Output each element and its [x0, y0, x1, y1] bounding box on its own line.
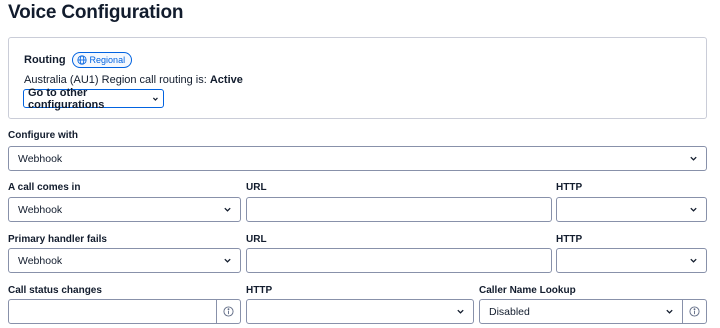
routing-header: Routing Regional [24, 52, 133, 68]
primary-fails-select[interactable]: Webhook [8, 248, 241, 273]
info-icon [223, 306, 234, 317]
caller-name-lookup-label: Caller Name Lookup [479, 285, 576, 296]
chevron-down-icon [153, 97, 159, 101]
status-changes-http-select[interactable] [246, 299, 474, 324]
chevron-down-icon [666, 309, 673, 314]
chevron-down-icon [224, 207, 231, 212]
configure-with-label: Configure with [8, 130, 78, 141]
primary-fails-label: Primary handler fails [8, 234, 107, 245]
call-comes-in-url-input[interactable] [246, 197, 552, 222]
configure-with-select[interactable]: Webhook [8, 146, 707, 171]
routing-title: Routing [24, 54, 66, 66]
routing-status-value: Active [209, 74, 243, 86]
call-comes-in-url-label: URL [246, 182, 267, 193]
call-comes-in-http-select[interactable] [556, 197, 707, 222]
caller-name-lookup-select[interactable]: Disabled [479, 299, 707, 324]
regional-badge-label: Regional [89, 55, 126, 65]
chevron-down-icon [690, 156, 697, 161]
other-configurations-button[interactable]: Go to other configurations [23, 86, 164, 111]
globe-icon [76, 55, 87, 65]
other-configurations-label: Go to other configurations [28, 86, 105, 111]
routing-status: Australia (AU1) Region call routing is: … [24, 73, 243, 87]
status-changes-info[interactable] [216, 300, 240, 323]
call-comes-in-value: Webhook [18, 203, 63, 216]
primary-fails-value: Webhook [18, 254, 63, 267]
status-changes-http-label: HTTP [246, 285, 273, 296]
primary-fails-http-select[interactable] [556, 248, 707, 273]
status-changes-label: Call status changes [8, 285, 102, 296]
status-changes-input[interactable] [8, 299, 241, 324]
chevron-down-icon [224, 258, 231, 263]
call-comes-in-select[interactable]: Webhook [8, 197, 241, 222]
chevron-down-icon [457, 309, 464, 314]
regional-badge: Regional [71, 52, 133, 68]
caller-name-lookup-value: Disabled [489, 305, 530, 318]
call-comes-in-http-label: HTTP [556, 182, 583, 193]
caller-name-lookup-info[interactable] [682, 300, 706, 323]
routing-card: Routing Regional Australia (AU1) Region … [8, 37, 707, 119]
routing-status-text: Australia (AU1) Region call routing is: [24, 74, 210, 86]
primary-fails-url-input[interactable] [246, 248, 552, 273]
page-title: Voice Configuration [8, 2, 184, 23]
chevron-down-icon [690, 258, 697, 263]
configure-with-value: Webhook [18, 152, 63, 165]
chevron-down-icon [690, 207, 697, 212]
primary-fails-http-label: HTTP [556, 234, 583, 245]
call-comes-in-label: A call comes in [8, 182, 81, 193]
info-icon [689, 306, 700, 317]
primary-fails-url-label: URL [246, 234, 267, 245]
